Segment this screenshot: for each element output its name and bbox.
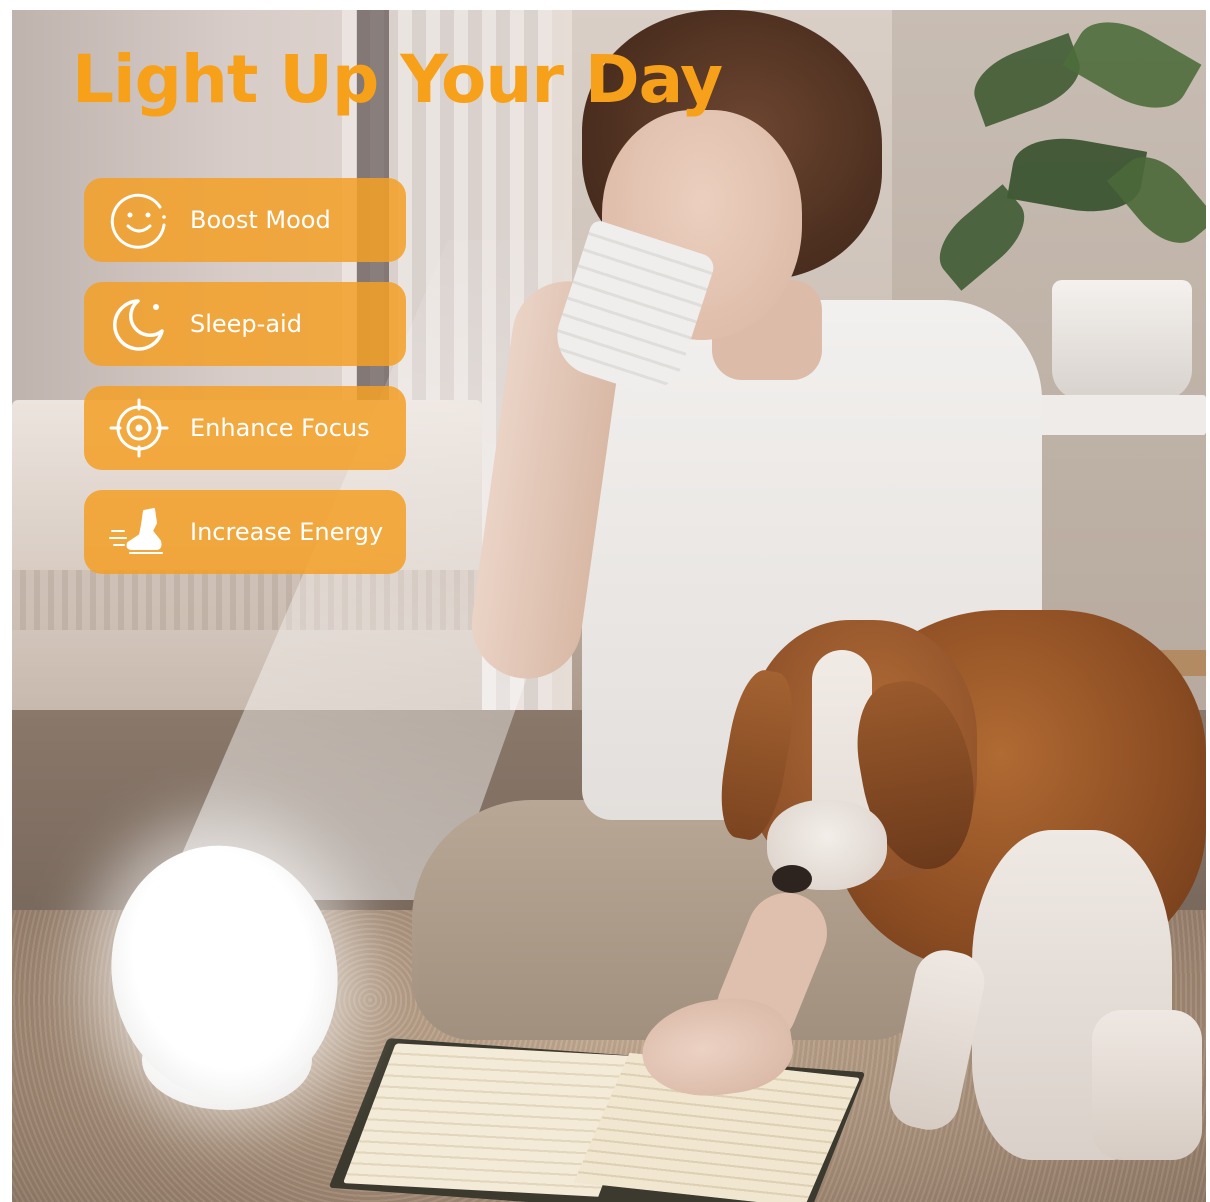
beagle-nose: [772, 865, 812, 893]
shelf-top: [1022, 395, 1206, 435]
headline: Light Up Your Day: [72, 41, 723, 118]
benefit-label: Sleep-aid: [190, 310, 302, 338]
benefit-label: Enhance Focus: [190, 414, 370, 442]
plant-pot: [1052, 280, 1192, 400]
target-icon: [108, 397, 170, 459]
smiley-face-icon: [108, 189, 170, 251]
benefit-list: Boost Mood Sleep-aid Enhance Focus Incre…: [84, 178, 406, 594]
benefit-sleep-aid: Sleep-aid: [84, 282, 406, 366]
crescent-moon-icon: [108, 293, 170, 355]
benefit-label: Boost Mood: [190, 206, 331, 234]
beagle-back-leg: [1092, 1010, 1202, 1160]
running-shoe-icon: [108, 501, 170, 563]
benefit-label: Increase Energy: [190, 518, 384, 546]
benefit-boost-mood: Boost Mood: [84, 178, 406, 262]
benefit-increase-energy: Increase Energy: [84, 490, 406, 574]
benefit-enhance-focus: Enhance Focus: [84, 386, 406, 470]
